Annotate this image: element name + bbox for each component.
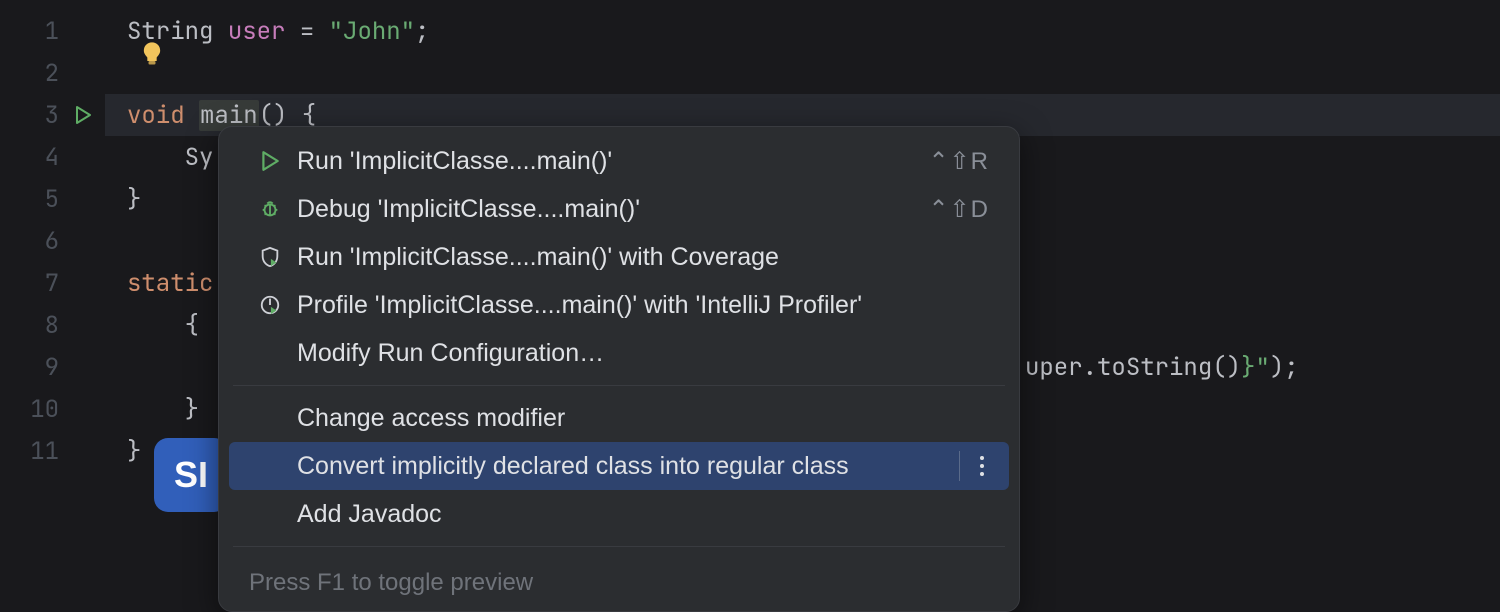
code-token: } — [185, 394, 199, 425]
code-token: "John" — [329, 16, 415, 47]
code-token: } — [127, 184, 141, 215]
menu-item-shortcut: ⌃⇧R — [928, 147, 989, 176]
line-number: 4 — [19, 142, 59, 173]
run-gutter-icon[interactable] — [71, 103, 95, 127]
menu-item-label: Add Javadoc — [297, 500, 989, 529]
context-menu: Run 'ImplicitClasse....main()' ⌃⇧R Debug… — [218, 126, 1020, 612]
menu-item-change-access[interactable]: Change access modifier — [219, 394, 1019, 442]
menu-item-convert-class[interactable]: Convert implicitly declared class into r… — [229, 442, 1009, 490]
more-icon[interactable] — [959, 451, 989, 481]
menu-item-modify-config[interactable]: Modify Run Configuration… — [219, 329, 1019, 377]
line-number: 5 — [19, 184, 59, 215]
code-token: " — [1255, 352, 1269, 383]
menu-item-label: Debug 'ImplicitClasse....main()' — [297, 195, 928, 224]
menu-footer-hint: Press F1 to toggle preview — [219, 555, 1019, 601]
menu-item-label: Change access modifier — [297, 404, 989, 433]
code-token: . — [1083, 352, 1097, 383]
badge-text: SI — [174, 454, 208, 495]
menu-item-shortcut: ⌃⇧D — [928, 195, 989, 224]
line-number: 9 — [19, 352, 59, 383]
code-token: toString — [1097, 352, 1212, 383]
editor-gutter: 1 2 3 4 5 6 7 8 9 10 11 — [0, 0, 105, 600]
line-number: 7 — [19, 268, 59, 299]
menu-item-profile[interactable]: Profile 'ImplicitClasse....main()' with … — [219, 281, 1019, 329]
line-number: 11 — [19, 436, 59, 467]
code-token: ; — [1284, 352, 1298, 383]
code-token: } — [127, 436, 141, 467]
menu-item-label: Modify Run Configuration… — [297, 339, 989, 368]
code-token: = — [300, 16, 314, 47]
menu-item-add-javadoc[interactable]: Add Javadoc — [219, 490, 1019, 538]
menu-separator — [233, 385, 1005, 386]
run-icon — [257, 148, 283, 174]
menu-item-coverage[interactable]: Run 'ImplicitClasse....main()' with Cove… — [219, 233, 1019, 281]
line-number: 6 — [19, 226, 59, 257]
profiler-icon — [257, 292, 283, 318]
code-token: void — [127, 100, 185, 131]
line-number: 1 — [19, 16, 59, 47]
line-number: 3 — [19, 100, 59, 131]
code-token: Sy — [185, 142, 214, 173]
shield-icon — [257, 244, 283, 270]
code-line[interactable] — [127, 52, 1500, 94]
line-number: 8 — [19, 310, 59, 341]
lightbulb-icon[interactable] — [138, 40, 168, 70]
menu-separator — [233, 546, 1005, 547]
code-token: uper — [1025, 352, 1083, 383]
code-line[interactable]: String user = "John"; — [127, 10, 1500, 52]
line-number: 2 — [19, 58, 59, 89]
menu-item-label: Profile 'ImplicitClasse....main()' with … — [297, 291, 989, 320]
info-badge: SI — [154, 438, 228, 512]
line-number: 10 — [19, 394, 59, 425]
menu-item-run[interactable]: Run 'ImplicitClasse....main()' ⌃⇧R — [219, 137, 1019, 185]
menu-item-label: Run 'ImplicitClasse....main()' with Cove… — [297, 243, 989, 272]
menu-item-label: Convert implicitly declared class into r… — [297, 452, 949, 481]
code-token: ) — [1270, 352, 1284, 383]
code-token: user — [228, 16, 286, 47]
code-token: { — [185, 310, 199, 341]
menu-item-label: Run 'ImplicitClasse....main()' — [297, 147, 928, 176]
bug-icon — [257, 196, 283, 222]
code-token: } — [1241, 352, 1255, 383]
code-token: static — [127, 268, 213, 299]
menu-item-debug[interactable]: Debug 'ImplicitClasse....main()' ⌃⇧D — [219, 185, 1019, 233]
code-token: ; — [415, 16, 429, 47]
code-token: () — [1212, 352, 1241, 383]
